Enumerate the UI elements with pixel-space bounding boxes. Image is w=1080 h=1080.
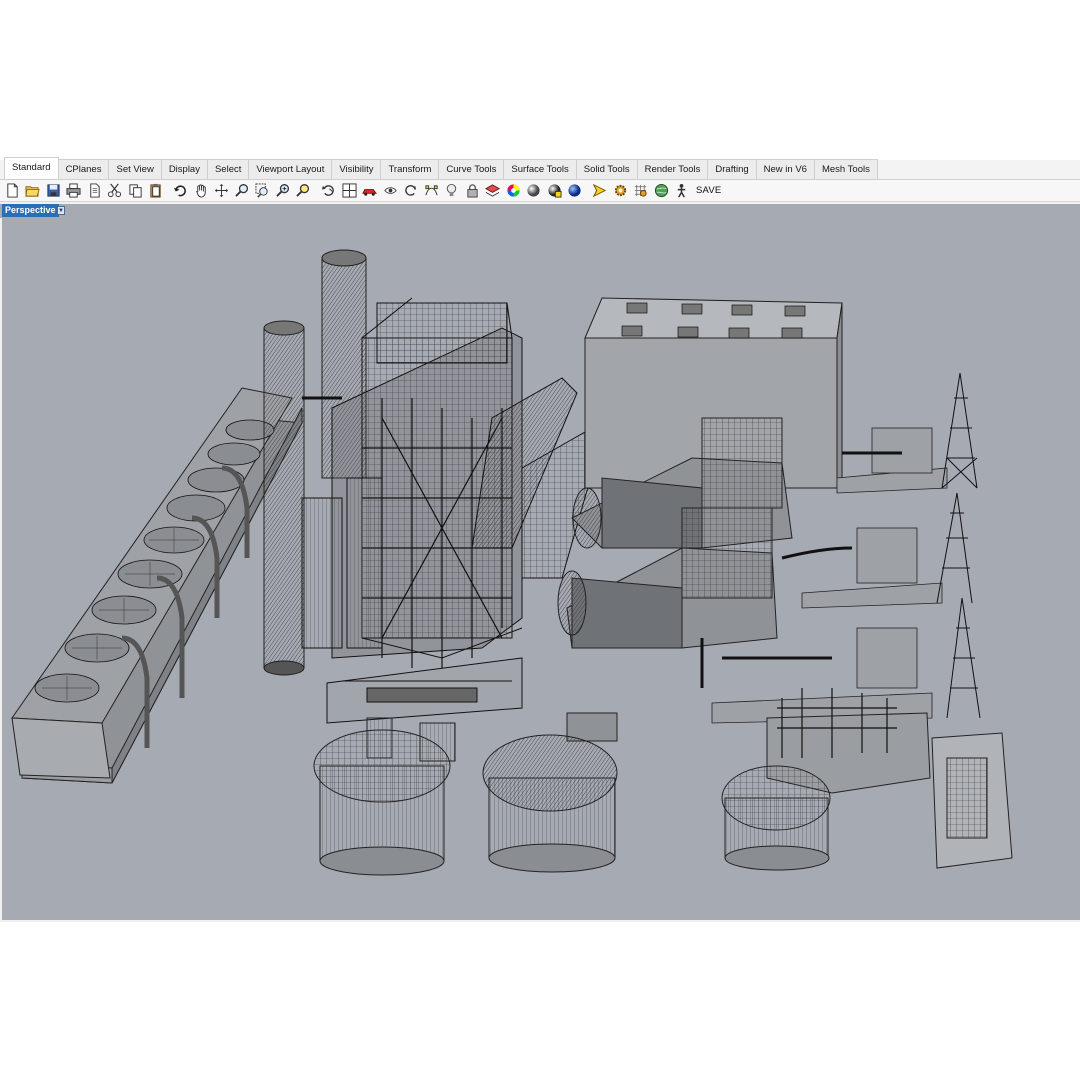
perspective-viewport[interactable] (2, 218, 1080, 920)
zoom-icon[interactable] (234, 183, 250, 199)
light-bulb-icon[interactable] (444, 183, 460, 199)
tab-cplanes[interactable]: CPlanes (57, 159, 110, 179)
zoom-window-icon[interactable] (255, 183, 271, 199)
car-render-icon[interactable] (362, 183, 378, 199)
cut-icon[interactable] (107, 183, 123, 199)
lock-icon[interactable] (464, 183, 480, 199)
tab-new-in-v6[interactable]: New in V6 (755, 159, 815, 179)
toolbar-tab-strip: Standard CPlanes Set View Display Select… (0, 157, 1080, 180)
open-folder-icon[interactable] (25, 183, 41, 199)
rotate-view-icon[interactable] (214, 183, 230, 199)
viewport-menu-dropdown-icon[interactable]: ▼ (57, 206, 65, 215)
tab-drafting[interactable]: Drafting (707, 159, 757, 179)
tab-curve-tools[interactable]: Curve Tools (438, 159, 505, 179)
grid-settings-icon[interactable] (633, 183, 649, 199)
camera-icon[interactable] (382, 183, 398, 199)
save-label[interactable]: SAVE (696, 185, 721, 196)
power-plant-wireframe-model (11, 249, 1013, 876)
viewport-title[interactable]: Perspective (2, 204, 59, 217)
new-file-icon[interactable] (4, 183, 20, 199)
refresh-icon[interactable] (403, 183, 419, 199)
tab-visibility[interactable]: Visibility (331, 159, 382, 179)
save-icon[interactable] (45, 183, 61, 199)
person-icon[interactable] (674, 183, 690, 199)
sun-icon[interactable] (592, 183, 608, 199)
copy-icon[interactable] (127, 183, 143, 199)
tab-surface-tools[interactable]: Surface Tools (503, 159, 577, 179)
print-icon[interactable] (66, 183, 82, 199)
layer-icon[interactable] (485, 183, 501, 199)
globe-icon[interactable] (653, 183, 669, 199)
shaded-sphere-icon[interactable] (526, 183, 542, 199)
zoom-extents-icon[interactable] (275, 183, 291, 199)
storage-tanks (313, 729, 831, 876)
rendered-sphere-icon[interactable] (546, 183, 562, 199)
tab-solid-tools[interactable]: Solid Tools (575, 159, 638, 179)
point-edit-icon[interactable] (423, 183, 439, 199)
tab-display[interactable]: Display (160, 159, 208, 179)
tab-viewport-layout[interactable]: Viewport Layout (248, 159, 333, 179)
blue-sphere-icon[interactable] (567, 183, 583, 199)
tab-mesh-tools[interactable]: Mesh Tools (813, 159, 878, 179)
pan-hand-icon[interactable] (193, 183, 209, 199)
undo-view-icon[interactable] (321, 183, 337, 199)
copy-document-icon[interactable] (86, 183, 102, 199)
undo-icon[interactable] (173, 183, 189, 199)
options-gear-icon[interactable] (612, 183, 628, 199)
tab-render-tools[interactable]: Render Tools (636, 159, 709, 179)
tab-standard[interactable]: Standard (4, 157, 59, 179)
viewport-header: Perspective ▼ (0, 204, 1080, 218)
rhino-window: Standard CPlanes Set View Display Select… (0, 157, 1080, 922)
zoom-selected-icon[interactable] (296, 183, 312, 199)
four-viewports-icon[interactable] (341, 183, 357, 199)
tab-set-view[interactable]: Set View (108, 159, 162, 179)
tab-select[interactable]: Select (206, 159, 250, 179)
air-cooled-condenser (11, 387, 303, 784)
tab-transform[interactable]: Transform (380, 159, 440, 179)
color-wheel-icon[interactable] (505, 183, 521, 199)
paste-icon[interactable] (148, 183, 164, 199)
standard-toolbar: SAVE (0, 180, 1080, 202)
